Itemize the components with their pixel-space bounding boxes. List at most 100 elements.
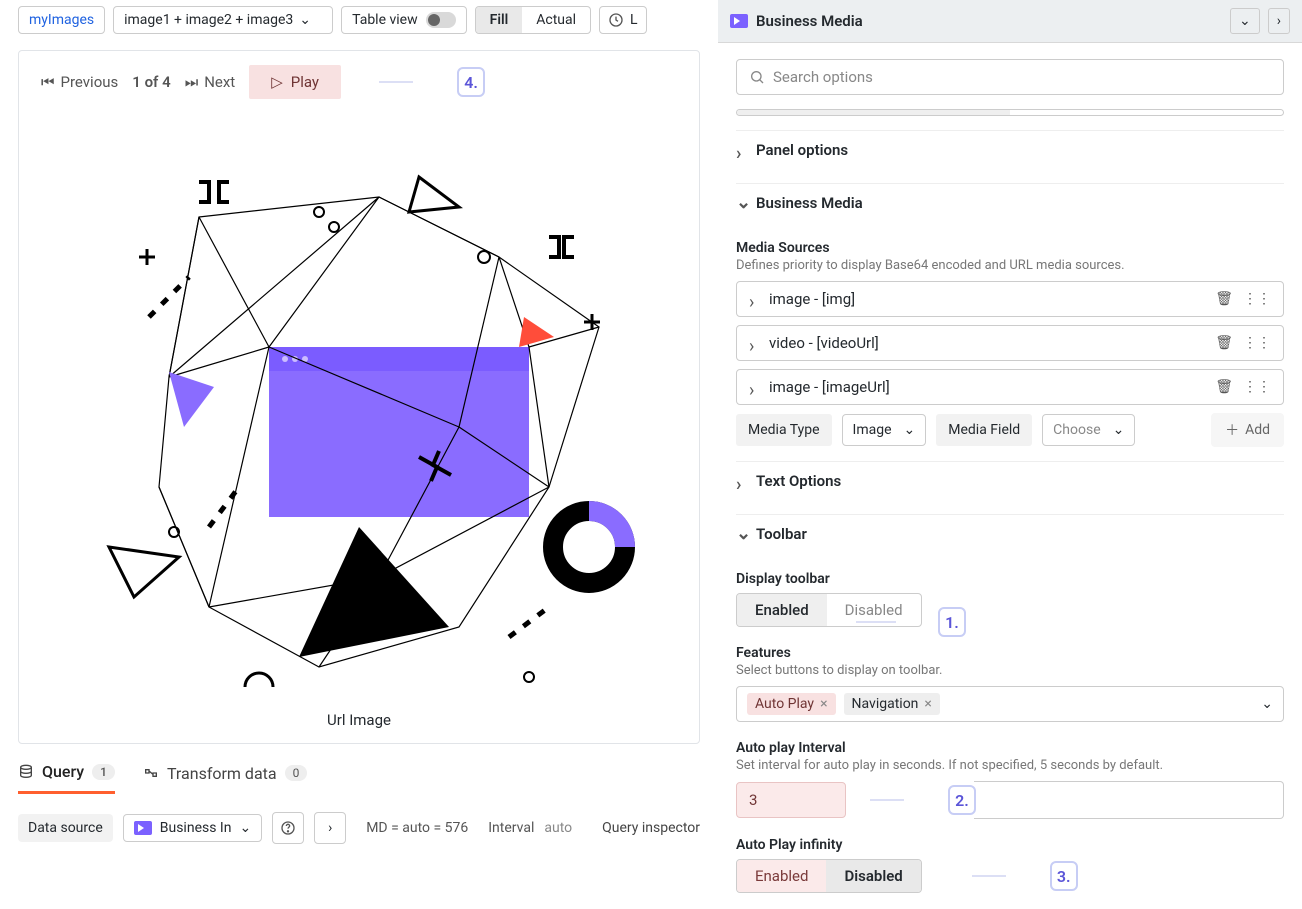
- section-toolbar-label: Toolbar: [756, 525, 807, 543]
- query-inspector-link[interactable]: Query inspector: [602, 820, 700, 836]
- transform-icon: [143, 765, 159, 781]
- chevron-down-icon[interactable]: ⌄: [1230, 8, 1260, 34]
- interval-value: auto: [544, 820, 572, 836]
- fill-actual-segment[interactable]: Fill Actual: [475, 6, 591, 34]
- trash-icon[interactable]: 🗑: [1215, 291, 1233, 307]
- previous-button[interactable]: ⏮ Previous: [41, 73, 118, 91]
- next-button[interactable]: ⏭ Next: [185, 73, 236, 91]
- interval-label: Interval: [488, 820, 534, 836]
- seg-overrides[interactable]: Overrides: [1010, 110, 1283, 116]
- chip-navigation-label: Navigation: [852, 696, 919, 712]
- drag-handle-icon[interactable]: ⋮⋮: [1243, 379, 1271, 395]
- all-overrides-segment[interactable]: All Overrides: [736, 109, 1284, 116]
- query-count-badge: 1: [92, 764, 115, 780]
- seg-all[interactable]: All: [737, 110, 1010, 116]
- media-source-item[interactable]: image - [img] 🗑 ⋮⋮: [736, 281, 1284, 317]
- right-panel-title: Business Media: [756, 12, 1222, 30]
- interval-input[interactable]: [736, 782, 846, 818]
- help-icon: [280, 820, 296, 836]
- media-source-item[interactable]: video - [videoUrl] 🗑 ⋮⋮: [736, 325, 1284, 361]
- chevron-right-icon: [749, 338, 759, 348]
- plugin-icon: [730, 14, 748, 28]
- chevron-down-icon: ⌄: [239, 820, 251, 836]
- chevron-down-icon: [736, 198, 746, 208]
- annotation-1: 1.: [856, 607, 966, 637]
- images-selector-text: image1 + image2 + image3: [124, 12, 293, 28]
- interval-label: Auto play Interval: [736, 740, 1284, 756]
- media-source-label: image - [img]: [769, 290, 855, 308]
- panel-frame: ⏮ Previous 1 of 4 ⏭ Next ▷ Play 4.: [18, 50, 700, 744]
- media-sources-title: Media Sources: [736, 240, 1284, 256]
- features-chip-row[interactable]: Auto Play × Navigation × ⌄: [736, 686, 1284, 722]
- data-source-text: Business In: [160, 820, 232, 836]
- media-type-select[interactable]: Image ⌄: [842, 414, 927, 446]
- chevron-right-icon: ›: [328, 820, 332, 836]
- annotation-3: 3.: [972, 861, 1078, 891]
- plus-icon: ＋: [1225, 420, 1239, 440]
- media-type-value: Image: [853, 422, 892, 438]
- annotation-2: 2.: [870, 785, 976, 815]
- annotation-4: 4.: [379, 67, 485, 97]
- images-selector[interactable]: image1 + image2 + image3 ⌄: [113, 6, 333, 34]
- section-business-media[interactable]: Business Media: [736, 183, 1284, 222]
- enabled-option[interactable]: Enabled: [737, 594, 827, 626]
- previous-label: Previous: [61, 73, 119, 91]
- fill-option[interactable]: Fill: [476, 7, 523, 33]
- play-button[interactable]: ▷ Play: [249, 65, 341, 99]
- chevron-down-icon[interactable]: ⌄: [1261, 696, 1273, 712]
- disabled-option[interactable]: Disabled: [826, 860, 920, 892]
- visualization-caption: Url Image: [19, 701, 699, 743]
- infinity-toggle[interactable]: Enabled Disabled: [736, 859, 922, 893]
- tab-transform-label: Transform data: [167, 764, 277, 783]
- tab-query[interactable]: Query 1: [18, 762, 115, 794]
- md-text: MD = auto = 576: [366, 820, 468, 836]
- help-button[interactable]: [272, 812, 304, 844]
- chevron-down-icon: [736, 529, 746, 539]
- tab-query-label: Query: [42, 762, 84, 781]
- trash-icon[interactable]: 🗑: [1215, 379, 1233, 395]
- play-label: Play: [291, 73, 319, 91]
- media-field-select[interactable]: Choose ⌄: [1042, 414, 1135, 446]
- section-text-options[interactable]: Text Options: [736, 461, 1284, 500]
- data-source-picker[interactable]: Business In ⌄: [123, 814, 262, 842]
- media-source-label: image - [imageUrl]: [769, 378, 890, 396]
- time-range-button[interactable]: L: [599, 6, 647, 34]
- actual-option[interactable]: Actual: [522, 7, 590, 33]
- chevron-down-icon: ⌄: [1113, 422, 1125, 438]
- rewind-icon: ⏮: [41, 73, 55, 91]
- chip-navigation[interactable]: Navigation ×: [844, 693, 940, 715]
- features-label: Features: [736, 645, 1284, 661]
- section-panel-options[interactable]: Panel options: [736, 130, 1284, 169]
- media-source-label: video - [videoUrl]: [769, 334, 879, 352]
- section-toolbar[interactable]: Toolbar: [736, 514, 1284, 553]
- search-placeholder: Search options: [773, 68, 873, 86]
- trash-icon[interactable]: 🗑: [1215, 335, 1233, 351]
- chip-autoplay[interactable]: Auto Play ×: [747, 693, 836, 715]
- close-icon[interactable]: ×: [820, 696, 827, 712]
- expand-button[interactable]: ›: [314, 812, 346, 844]
- enabled-option[interactable]: Enabled: [737, 860, 826, 892]
- infinity-label: Auto Play infinity: [736, 837, 1284, 853]
- counter-text: 1 of 4: [132, 73, 170, 91]
- chevron-right-icon: [736, 145, 746, 155]
- clock-icon: [608, 12, 624, 28]
- forward-icon: ⏭: [185, 73, 199, 91]
- chevron-down-icon: ⌄: [299, 12, 311, 28]
- chevron-right-icon[interactable]: ›: [1268, 8, 1290, 34]
- drag-handle-icon[interactable]: ⋮⋮: [1243, 291, 1271, 307]
- tab-transform[interactable]: Transform data 0: [143, 764, 307, 793]
- add-source-button[interactable]: ＋ Add: [1211, 413, 1284, 447]
- transform-count-badge: 0: [285, 765, 308, 781]
- chip-autoplay-label: Auto Play: [755, 696, 814, 712]
- data-source-label: Data source: [18, 814, 113, 842]
- search-input[interactable]: Search options: [736, 59, 1284, 95]
- play-icon: ▷: [271, 73, 283, 91]
- media-type-label: Media Type: [736, 414, 832, 446]
- table-view-toggle[interactable]: Table view: [341, 6, 467, 34]
- close-icon[interactable]: ×: [924, 696, 931, 712]
- media-source-item[interactable]: image - [imageUrl] 🗑 ⋮⋮: [736, 369, 1284, 405]
- drag-handle-icon[interactable]: ⋮⋮: [1243, 335, 1271, 351]
- chevron-down-icon: ⌄: [904, 422, 916, 438]
- myimages-button[interactable]: myImages: [18, 6, 105, 34]
- section-panel-options-label: Panel options: [756, 141, 848, 159]
